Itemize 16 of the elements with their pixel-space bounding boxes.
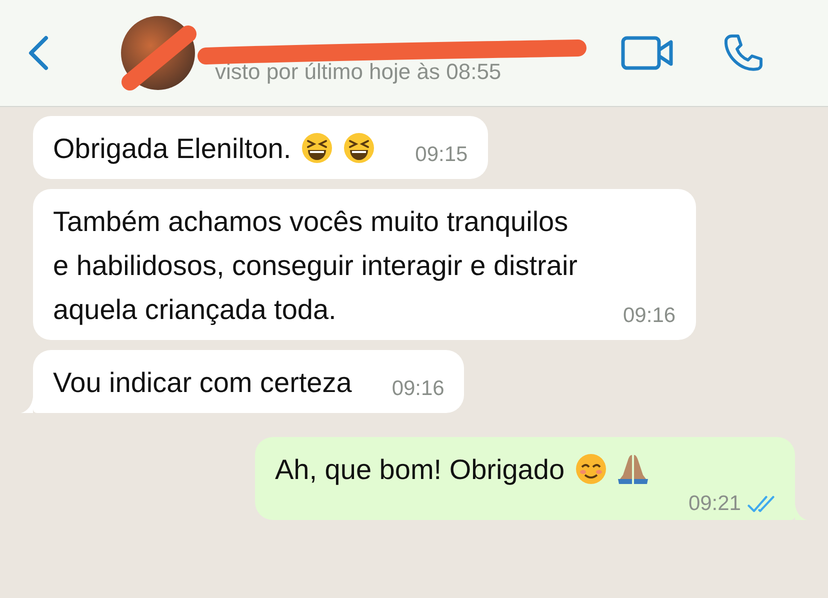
message-text: Também achamos vocês muito tranquilos e habilidosos, conseguir interagir e distrair aquela criançada toda. — [53, 206, 578, 325]
back-icon[interactable] — [27, 35, 49, 71]
last-seen-status: visto por último hoje às 08:55 — [215, 59, 502, 85]
message-text: Vou indicar com certeza — [53, 367, 352, 398]
message-time: 09:15 — [415, 143, 468, 167]
video-call-icon[interactable] — [621, 36, 675, 70]
laughing-face-icon — [301, 132, 334, 164]
message-text: Obrigada Elenilton. — [53, 133, 292, 164]
phone-call-icon[interactable] — [723, 33, 763, 73]
message-time: 09:16 — [392, 377, 444, 401]
message-text: Ah, que bom! Obrigado — [275, 454, 565, 485]
folded-hands-icon — [616, 453, 649, 485]
message-time: 09:16 — [623, 304, 676, 328]
laughing-face-icon — [343, 132, 376, 164]
smiling-face-icon — [574, 453, 607, 485]
message-time: 09:21 — [688, 492, 741, 516]
